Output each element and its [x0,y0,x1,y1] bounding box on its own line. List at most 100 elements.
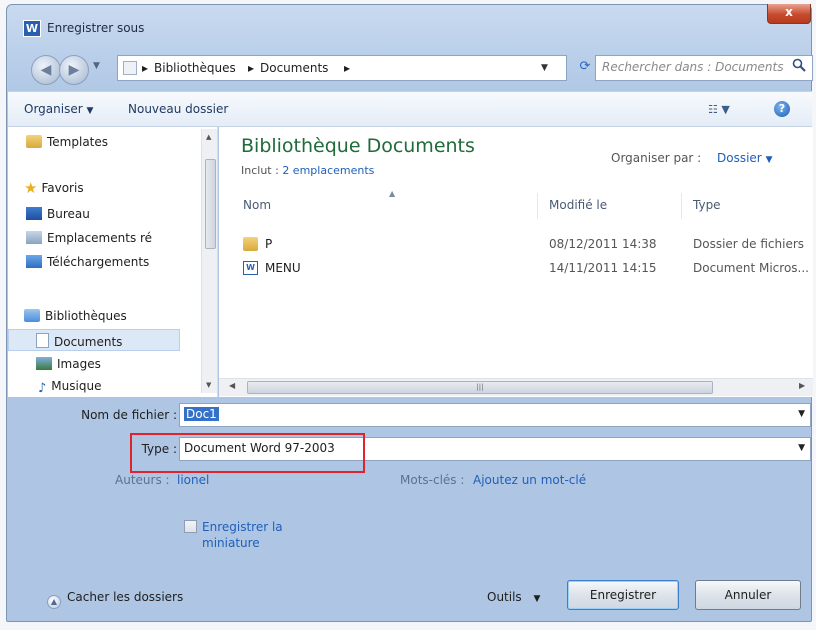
file-list-pane: Bibliothèque Documents Inclut : 2 emplac… [219,127,813,397]
close-button[interactable]: x [767,4,811,24]
table-row[interactable]: P 08/12/2011 14:38 Dossier de fichiers [219,235,813,255]
breadcrumb-separator-icon: ▸ [142,61,149,75]
file-type: Dossier de fichiers [693,237,805,251]
nav-item-label: Templates [47,135,109,149]
scroll-down-icon[interactable]: ▼ [206,381,211,389]
thumbnail-checkbox[interactable] [184,520,197,533]
download-icon [26,255,42,268]
table-row[interactable]: W MENU 14/11/2011 14:15 Document Micros.… [219,259,813,279]
search-input[interactable]: Rechercher dans : Documents [595,55,813,81]
breadcrumb-libraries[interactable]: Bibliothèques [154,61,236,75]
authors-label: Auteurs : [115,473,170,487]
nav-item-label: Emplacements ré [47,231,153,245]
scroll-left-icon[interactable]: ◀ [229,381,235,390]
nav-item-music[interactable]: ♪ Musique [38,379,101,396]
refresh-icon: ⟳ [579,59,591,74]
nav-scrollbar[interactable]: ▲ ▼ [201,129,217,393]
music-icon: ♪ [38,381,47,396]
nav-item-favorites[interactable]: ★ Favoris [24,179,84,197]
desktop-icon [26,207,42,220]
image-icon [36,357,52,370]
library-title: Bibliothèque Documents [241,135,475,157]
arrange-by-dropdown[interactable]: Dossier ▼ [717,151,773,165]
nav-scrollbar-thumb[interactable] [205,159,216,249]
filename-input[interactable]: Doc1 ▼ [179,403,811,427]
column-header-name[interactable]: Nom [243,198,271,212]
horizontal-scrollbar[interactable]: ◀ ||| ▶ [219,378,813,396]
window-title: Enregistrer sous [47,21,145,35]
horizontal-scrollbar-thumb[interactable]: ||| [247,381,713,394]
breadcrumb-separator-icon: ▸ [344,61,351,75]
thumbnail-label[interactable]: Enregistrer la miniature [202,519,302,551]
forward-button[interactable]: ▶ [59,55,89,85]
chevron-down-icon[interactable]: ▼ [798,409,805,419]
nav-item-images[interactable]: Images [36,357,101,371]
location-icon [123,61,137,75]
search-icon[interactable] [792,58,806,72]
navigation-pane: Templates ★ Favoris Bureau Emplacements r… [8,127,218,397]
chevron-up-icon: ▲ [47,595,61,609]
arrange-by-label: Organiser par : [611,151,702,165]
file-name: P [265,237,273,251]
column-divider[interactable] [537,193,538,219]
arrow-right-icon: ▶ [68,62,80,78]
word-app-icon: W [23,20,41,37]
word-doc-icon: W [243,261,258,275]
nav-item-label: Téléchargements [47,255,150,269]
column-divider[interactable] [681,193,682,219]
recent-places-icon [26,231,42,244]
save-button[interactable]: Enregistrer [567,580,679,610]
filename-label: Nom de fichier : [81,408,177,422]
authors-field[interactable]: lionel [177,473,209,487]
refresh-button[interactable]: ⟳ [573,55,597,81]
nav-item-libraries[interactable]: Bibliothèques [24,309,127,323]
organize-menu[interactable]: Organiser ▼ [24,102,93,116]
file-date: 14/11/2011 14:15 [549,261,657,275]
organize-label: Organiser [24,102,83,116]
nav-item-documents[interactable]: Documents [36,333,122,349]
address-bar[interactable]: ▸ Bibliothèques ▸ Documents ▸ ▼ [117,55,567,81]
save-as-dialog: W Enregistrer sous x ◀ ▶ ▼ ▸ Bibliothèqu… [6,4,813,622]
keywords-field[interactable]: Ajoutez un mot-clé [473,473,586,487]
folder-icon [243,237,258,251]
cancel-button[interactable]: Annuler [695,580,801,610]
command-toolbar: Organiser ▼ Nouveau dossier ☷ ▼ ? [8,91,812,127]
sort-ascending-icon: ▲ [389,189,396,198]
nav-item-downloads[interactable]: Téléchargements [26,255,149,269]
breadcrumb-documents[interactable]: Documents [260,61,328,75]
document-icon [36,333,49,348]
column-header-modified[interactable]: Modifié le [549,198,607,212]
highlight-annotation [130,433,365,473]
star-icon: ★ [24,179,38,197]
nav-item-label: Images [57,357,101,371]
library-icon [24,309,40,322]
filename-value: Doc1 [184,407,219,421]
recent-locations-dropdown[interactable]: ▼ [93,61,100,71]
address-dropdown-icon[interactable]: ▼ [541,63,548,73]
includes-locations-link[interactable]: 2 emplacements [282,164,374,177]
chevron-down-icon: ▼ [765,155,773,165]
nav-item-label: Bibliothèques [45,309,127,323]
hide-folders-label: Cacher les dossiers [67,590,184,604]
nav-item-label: Documents [54,335,123,349]
hide-folders-button[interactable]: ▲ Cacher les dossiers [47,590,183,609]
arrange-by-value: Dossier [717,151,762,165]
chevron-down-icon[interactable]: ▼ [798,443,805,453]
nav-item-templates[interactable]: Templates [26,135,108,149]
nav-item-label: Bureau [47,207,90,221]
tools-menu[interactable]: Outils ▼ [487,590,540,604]
nav-item-recent-places[interactable]: Emplacements ré [26,231,152,245]
tools-label: Outils [487,590,522,604]
file-date: 08/12/2011 14:38 [549,237,657,251]
column-header-type[interactable]: Type [693,198,721,212]
arrow-left-icon: ◀ [40,62,52,78]
back-button[interactable]: ◀ [31,55,61,85]
nav-item-desktop[interactable]: Bureau [26,207,90,221]
new-folder-button[interactable]: Nouveau dossier [128,102,228,116]
scroll-up-icon[interactable]: ▲ [206,133,211,141]
file-type: Document Micros... [693,261,809,275]
scroll-right-icon[interactable]: ▶ [799,381,805,390]
folder-icon [26,135,42,148]
help-icon[interactable]: ? [774,101,790,117]
view-options-icon[interactable]: ☷ ▼ [708,103,730,116]
